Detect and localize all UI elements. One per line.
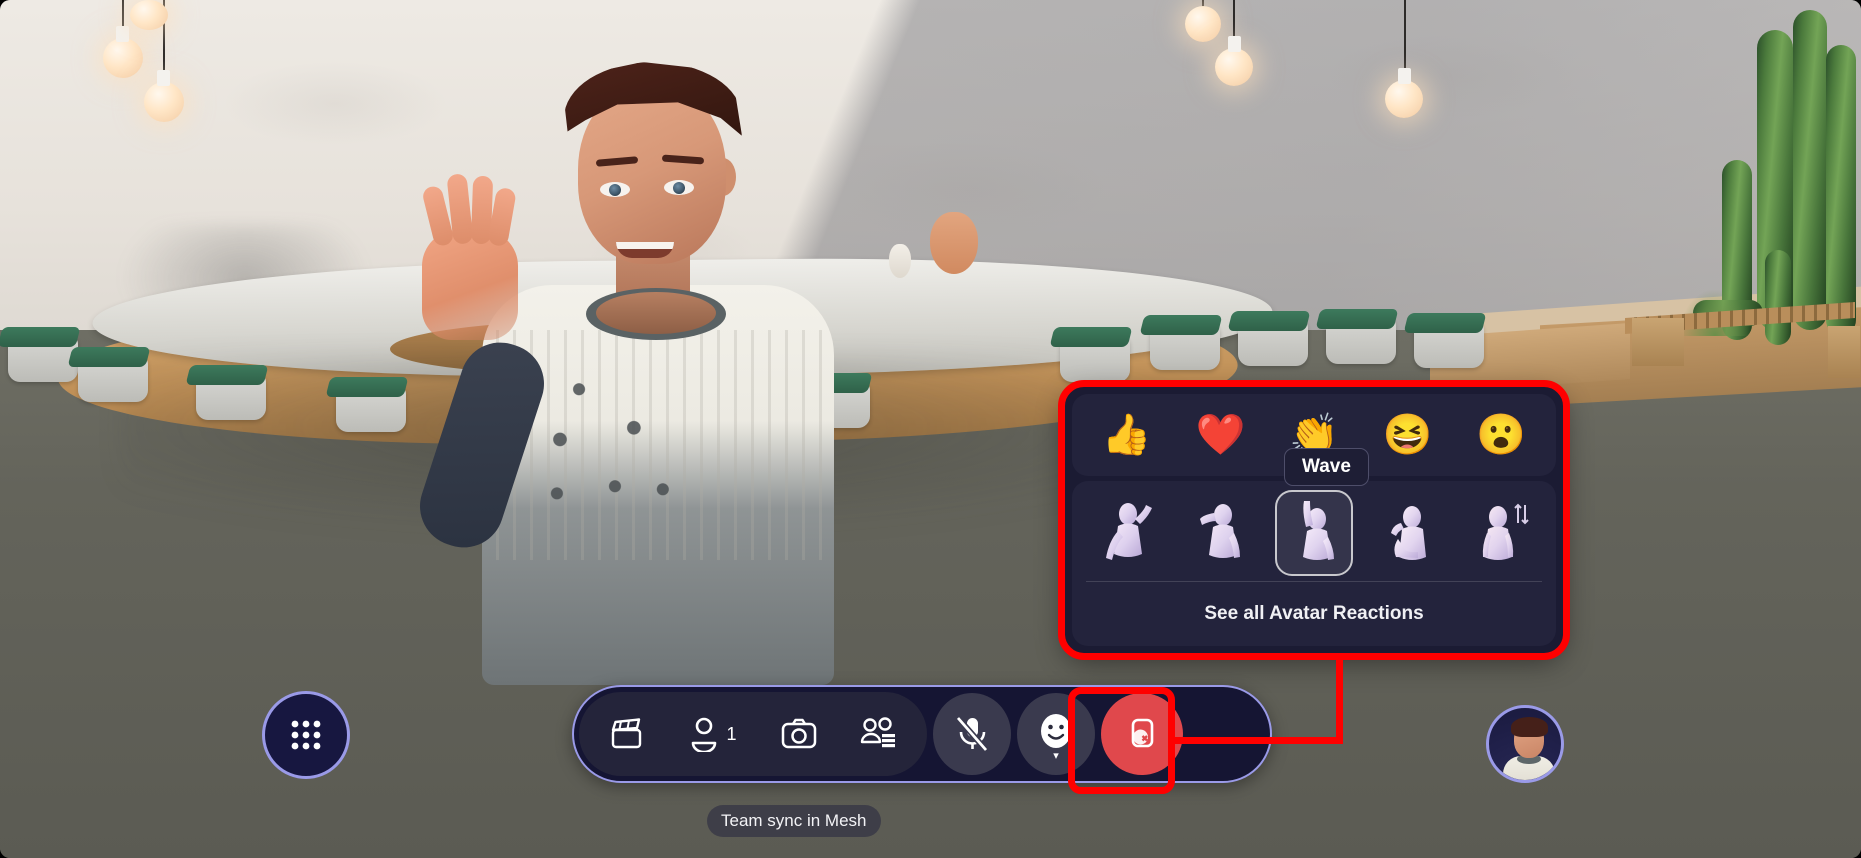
cactus-low-1 [1765, 250, 1791, 345]
pendant-bulb-3 [130, 0, 168, 30]
chair-2 [78, 356, 148, 402]
avatar-mouth [616, 242, 674, 258]
bench-leg-left [1632, 318, 1684, 366]
reaction-surprised[interactable]: 😮 [1470, 404, 1532, 466]
clips-button[interactable] [587, 693, 667, 775]
avatar-reaction-celebrate[interactable] [1088, 490, 1166, 576]
chair-11 [1414, 322, 1484, 368]
avatar-eye-right [664, 180, 694, 195]
reactions-button[interactable]: ▾ [1017, 693, 1095, 775]
avatar-reaction-wave[interactable] [1369, 490, 1447, 576]
self-view-avatar[interactable] [1486, 705, 1564, 783]
wave-tooltip: Wave [1284, 448, 1369, 486]
grid-dots-icon [291, 720, 321, 750]
avatar-collar-inner [596, 292, 716, 334]
toolbar-primary-group: 1 [579, 692, 927, 776]
camera-icon [781, 718, 817, 749]
view-button[interactable] [839, 693, 919, 775]
pendant-cap-6 [1398, 68, 1411, 84]
people-icon [692, 717, 717, 752]
app-window: 👍 ❤️ 👏 😆 😮 See all Avatar Reactions Wave… [0, 0, 1861, 858]
user-avatar-3d [409, 30, 970, 685]
pendant-bulb-2 [144, 82, 184, 122]
avatar-waving-hand [421, 173, 518, 340]
self-view-hair [1511, 717, 1548, 737]
meeting-title-label: Team sync in Mesh [707, 805, 881, 837]
avatar-reaction-raise-hand[interactable] [1274, 490, 1353, 576]
leave-call-icon [1131, 718, 1154, 748]
participant-count: 1 [726, 723, 737, 744]
reaction-laugh[interactable]: 😆 [1377, 404, 1439, 466]
pendant-cap-1 [116, 26, 129, 42]
camera-button[interactable] [759, 693, 839, 775]
reactions-flyout-panel: 👍 ❤️ 👏 😆 😮 See all Avatar Reactions [1064, 386, 1564, 654]
chair-1 [8, 336, 78, 382]
pendant-bulb-1 [103, 38, 143, 78]
meeting-toolbar: 1 ▾ [572, 685, 1272, 783]
mic-muted-icon [955, 716, 989, 752]
avatar-teeth [616, 242, 674, 249]
avatar-reactions-section: See all Avatar Reactions [1072, 481, 1556, 646]
app-launcher-button[interactable] [262, 691, 350, 779]
reaction-heart[interactable]: ❤️ [1189, 404, 1251, 466]
chair-4 [336, 386, 406, 432]
chair-9 [1238, 320, 1308, 366]
smiley-face-icon [1041, 714, 1071, 748]
view-switch-icon [860, 717, 895, 748]
cactus-tall-2 [1793, 10, 1827, 330]
pendant-cap-5 [1228, 36, 1241, 52]
chevron-down-icon: ▾ [1053, 750, 1059, 762]
chair-8 [1150, 324, 1220, 370]
chair-7 [1060, 336, 1130, 382]
microphone-button[interactable] [933, 693, 1011, 775]
avatar-gesture-row [1080, 485, 1548, 581]
reaction-thumbs-up[interactable]: 👍 [1096, 404, 1158, 466]
avatar-reaction-more[interactable] [1462, 490, 1540, 576]
clapperboard-icon [611, 718, 642, 749]
pendant-bulb-4 [1185, 6, 1221, 42]
bench-leg-right [1828, 326, 1860, 378]
see-all-avatar-reactions-link[interactable]: See all Avatar Reactions [1080, 582, 1548, 646]
avatar-reaction-salute[interactable] [1181, 490, 1259, 576]
cactus-tall-3 [1826, 45, 1856, 335]
leave-call-button[interactable] [1101, 693, 1183, 775]
pendant-bulb-6 [1385, 80, 1423, 118]
participants-button[interactable]: 1 [667, 693, 759, 775]
chair-10 [1326, 318, 1396, 364]
pendant-cap-2 [157, 70, 170, 86]
pendant-bulb-5 [1215, 48, 1253, 86]
avatar-eye-left [600, 182, 630, 197]
chair-3 [196, 374, 266, 420]
